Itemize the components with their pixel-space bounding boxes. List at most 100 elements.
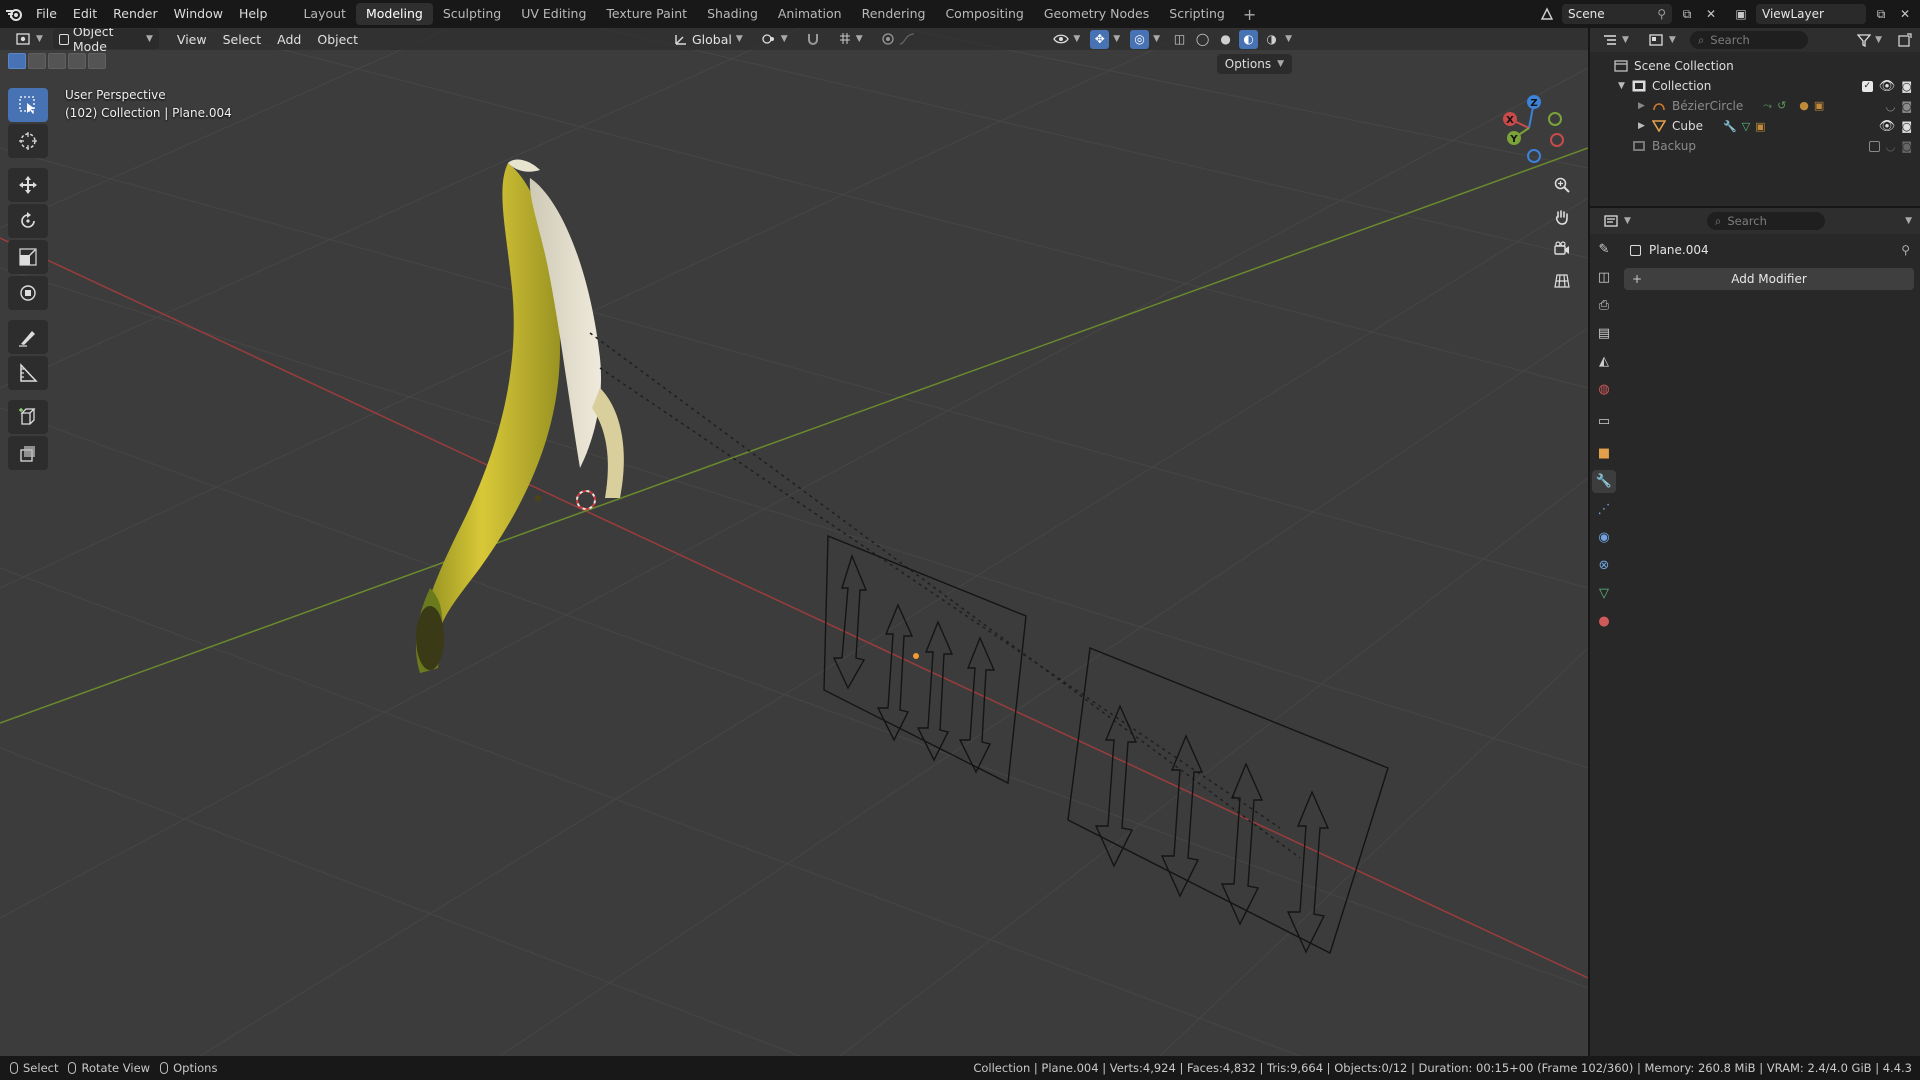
add-cube-tool[interactable] [8, 400, 48, 434]
pin-icon[interactable]: ⚲ [1657, 7, 1666, 21]
wrench-icon[interactable]: 🔧 [1723, 120, 1737, 133]
eye-closed-icon[interactable]: ◡ [1886, 140, 1896, 153]
new-collection-icon[interactable] [1896, 31, 1914, 49]
menu-object[interactable]: Object [309, 32, 366, 47]
outliner-editor-type-dropdown[interactable]: ▼ [1596, 30, 1635, 50]
tab-animation[interactable]: Animation [768, 3, 852, 25]
menu-window[interactable]: Window [166, 2, 231, 26]
menu-edit[interactable]: Edit [65, 2, 105, 26]
scene-tab-icon[interactable]: ◭ [1592, 350, 1616, 373]
rotate-tool[interactable] [8, 204, 48, 238]
tab-geometry-nodes[interactable]: Geometry Nodes [1034, 3, 1159, 25]
solid-shading-icon[interactable]: ● [1216, 30, 1235, 49]
tab-layout[interactable]: Layout [293, 3, 356, 25]
rendered-shading-icon[interactable]: ◑ [1262, 30, 1281, 49]
checkbox-icon[interactable]: ✓ [1861, 80, 1873, 92]
output-tab-icon[interactable]: ⎙ [1592, 294, 1616, 317]
move-tool[interactable] [8, 168, 48, 202]
expand-chevron-icon[interactable]: ▶ [1638, 121, 1652, 131]
visibility-dropdown[interactable]: ▼ [1047, 29, 1086, 49]
render-tab-icon[interactable]: ◫ [1592, 266, 1616, 289]
blender-logo-icon[interactable] [0, 0, 28, 28]
annotate-tool[interactable] [8, 320, 48, 354]
editor-type-dropdown[interactable]: ▼ [10, 29, 49, 49]
close-scene-icon[interactable]: ✕ [1702, 5, 1720, 23]
zoom-icon[interactable] [1548, 172, 1576, 198]
proportional-edit-toggle[interactable] [875, 29, 921, 49]
banana-object[interactable] [415, 159, 624, 673]
options-dropdown[interactable]: Options ▼ [1216, 54, 1292, 74]
view-layer-tab-icon[interactable]: ▤ [1592, 322, 1616, 345]
tab-texture-paint[interactable]: Texture Paint [596, 3, 697, 25]
tab-rendering[interactable]: Rendering [852, 3, 936, 25]
menu-select[interactable]: Select [215, 32, 270, 47]
extrude-tool[interactable] [8, 436, 48, 470]
tab-shading[interactable]: Shading [697, 3, 768, 25]
new-view-layer-icon[interactable]: ⧉ [1872, 5, 1890, 23]
overlays-toggle-icon[interactable]: ◎ [1130, 29, 1150, 49]
select-new-icon[interactable] [8, 53, 26, 69]
material-tab-icon[interactable]: ● [1592, 610, 1616, 633]
orientation-dropdown[interactable]: Global ▼ [668, 29, 749, 49]
tab-scripting[interactable]: Scripting [1159, 3, 1235, 25]
curve-data-icon[interactable]: ↺ [1777, 99, 1786, 113]
chevron-down-icon[interactable]: ▼ [1905, 216, 1912, 226]
menu-render[interactable]: Render [105, 2, 166, 26]
select-box-tool[interactable] [8, 88, 48, 122]
collection-row[interactable]: ▼ Collection ✓ 👁 ◙ [1590, 76, 1920, 96]
add-workspace-button[interactable]: + [1235, 5, 1264, 24]
measure-tool[interactable] [8, 356, 48, 390]
material-icon[interactable]: ● [1799, 99, 1809, 113]
camera-icon[interactable]: ▣ [1814, 99, 1824, 113]
transform-tool[interactable] [8, 276, 48, 310]
snap-toggle[interactable] [800, 29, 826, 49]
xray-toggle-icon[interactable]: ◫ [1170, 30, 1189, 49]
object-tab-icon[interactable]: ■ [1592, 442, 1616, 465]
mode-dropdown[interactable]: Object Mode ▼ [52, 28, 159, 54]
outliner-item-beziercircle[interactable]: ▶ BézierCircle ⤳ ↺ ● ▣ ◡ ◙ [1590, 96, 1920, 116]
add-modifier-button[interactable]: + Add Modifier [1624, 268, 1914, 290]
expand-chevron-icon[interactable]: ▼ [1618, 81, 1632, 91]
physics-tab-icon[interactable]: ◉ [1592, 526, 1616, 549]
camera-icon[interactable]: ◙ [1901, 80, 1912, 93]
plane-arrows-2[interactable] [1067, 647, 1389, 954]
pin-icon[interactable]: ⚲ [1901, 243, 1914, 257]
tab-modeling[interactable]: Modeling [355, 3, 433, 25]
scene-icon[interactable] [1538, 5, 1556, 23]
scale-tool[interactable] [8, 240, 48, 274]
eye-closed-icon[interactable]: ◡ [1886, 100, 1896, 113]
3d-viewport[interactable]: ▼ Object Mode ▼ View Select Add Object G… [0, 28, 1588, 1056]
data-tab-icon[interactable]: ▽ [1592, 582, 1616, 605]
material-preview-shading-icon[interactable]: ◐ [1239, 29, 1259, 49]
scene-collection-row[interactable]: Scene Collection [1590, 56, 1920, 76]
menu-view[interactable]: View [169, 32, 215, 47]
select-subtract-icon[interactable] [48, 53, 66, 69]
properties-search-input[interactable]: ⌕ Search [1706, 212, 1825, 230]
tool-tab-icon[interactable]: ✎ [1592, 238, 1616, 261]
world-tab-icon[interactable]: ◍ [1592, 378, 1616, 401]
outliner-search-input[interactable]: ⌕ Search [1689, 31, 1808, 49]
outliner-item-cube[interactable]: ▶ Cube 🔧 ▽ ▣ 👁 ◙ [1590, 116, 1920, 136]
mesh-data-icon[interactable]: ▽ [1742, 120, 1750, 133]
tab-uv-editing[interactable]: UV Editing [511, 3, 596, 25]
navigation-gizmo[interactable]: Z X Y [1496, 90, 1566, 170]
chevron-down-icon[interactable]: ▼ [1113, 34, 1120, 44]
tab-compositing[interactable]: Compositing [935, 3, 1033, 25]
3d-cursor[interactable] [576, 490, 596, 510]
perspective-toggle-icon[interactable] [1548, 268, 1576, 294]
camera-icon[interactable]: ◙ [1901, 100, 1912, 113]
particles-tab-icon[interactable]: ⋰ [1592, 498, 1616, 521]
scene-selector[interactable]: Scene ⚲ [1562, 4, 1672, 24]
properties-editor-type-dropdown[interactable]: ▼ [1598, 211, 1637, 231]
collection-tab-icon[interactable]: ▭ [1592, 410, 1616, 433]
constraints-tab-icon[interactable]: ⊗ [1592, 554, 1616, 577]
backup-collection-row[interactable]: Backup ◡ ◙ [1590, 136, 1920, 156]
select-intersect-icon[interactable] [88, 53, 106, 69]
new-scene-icon[interactable]: ⧉ [1678, 5, 1696, 23]
eye-icon[interactable]: 👁 [1879, 119, 1896, 134]
snap-target-dropdown[interactable]: ▼ [832, 29, 869, 49]
select-invert-icon[interactable] [68, 53, 86, 69]
view-layer-icon[interactable]: ▣ [1732, 5, 1750, 23]
camera-icon[interactable]: ◙ [1901, 120, 1912, 133]
chevron-down-icon[interactable]: ▼ [1153, 34, 1160, 44]
